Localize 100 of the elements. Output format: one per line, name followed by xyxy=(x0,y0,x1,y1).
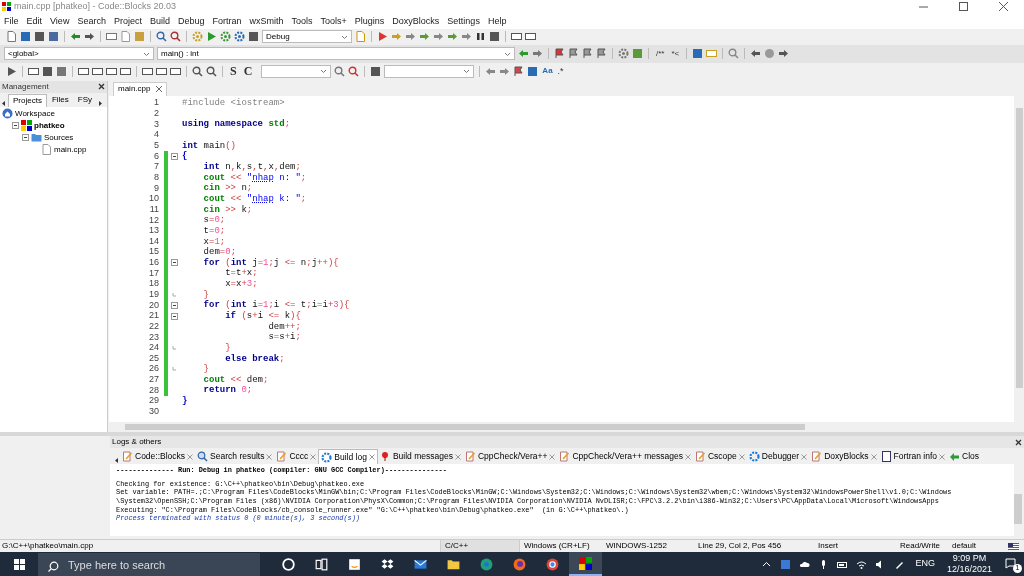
bookmark-icon[interactable] xyxy=(554,48,565,60)
stop-icon[interactable] xyxy=(489,31,500,43)
bookmark-icon[interactable] xyxy=(568,48,579,60)
maximize-icon[interactable] xyxy=(959,2,968,12)
undo-icon[interactable] xyxy=(70,31,81,43)
menu-item[interactable]: File xyxy=(0,14,23,29)
gear-icon[interactable] xyxy=(234,31,245,43)
frame-icon[interactable] xyxy=(28,65,39,77)
log-tab[interactable]: CppCheck/Vera++ xyxy=(462,449,558,465)
forward-icon[interactable] xyxy=(532,48,543,60)
frame-icon[interactable] xyxy=(170,65,181,77)
window-icon[interactable] xyxy=(525,31,536,43)
close-icon[interactable] xyxy=(999,2,1008,12)
folder-icon[interactable] xyxy=(447,557,460,571)
bookmark-icon[interactable] xyxy=(582,48,593,60)
vertical-scrollbar[interactable] xyxy=(1014,464,1024,536)
clock-date[interactable]: 12/16/2021 xyxy=(946,564,992,575)
forward-icon[interactable] xyxy=(499,65,511,77)
menu-item[interactable]: Edit xyxy=(22,14,47,29)
frame-icon[interactable] xyxy=(120,65,131,77)
step-icon[interactable] xyxy=(447,31,458,43)
clock-time[interactable]: 9:09 PM xyxy=(952,553,987,564)
toolbar-text-button[interactable]: *< xyxy=(669,47,682,60)
menu-item[interactable]: Settings xyxy=(443,14,484,29)
close-icon[interactable] xyxy=(98,83,105,91)
run-icon[interactable] xyxy=(206,31,217,43)
jump-forward-icon[interactable] xyxy=(778,48,790,60)
menu-item[interactable]: Tools+ xyxy=(316,14,351,29)
combo-field[interactable] xyxy=(384,64,475,78)
search-icon[interactable] xyxy=(156,31,167,43)
close-icon[interactable] xyxy=(1015,438,1022,446)
menu-item[interactable]: Fortran xyxy=(208,14,246,29)
fold-icon[interactable] xyxy=(170,301,178,309)
app-logo-icon[interactable] xyxy=(579,556,592,570)
collapse-icon[interactable] xyxy=(12,122,19,130)
scope-dropdown[interactable]: <global> xyxy=(4,47,154,61)
step-icon[interactable] xyxy=(419,31,430,43)
back-icon[interactable] xyxy=(518,48,529,60)
editor-tab[interactable]: main.cpp xyxy=(113,81,168,96)
frame-icon[interactable] xyxy=(92,65,103,77)
menu-item[interactable]: View xyxy=(46,14,74,29)
wifi-icon[interactable] xyxy=(856,558,868,570)
new-file-icon[interactable] xyxy=(6,31,17,43)
window-icon[interactable] xyxy=(511,31,522,43)
toolbar-text-button[interactable]: C xyxy=(241,62,255,81)
log-tab[interactable]: Build log xyxy=(318,449,378,465)
scroll-right-icon[interactable] xyxy=(97,99,105,107)
log-tab[interactable]: Cscope xyxy=(693,449,747,465)
frame-icon[interactable] xyxy=(78,65,89,77)
zoom-out-icon[interactable] xyxy=(206,65,217,77)
menu-item[interactable]: DoxyBlocks xyxy=(388,14,444,29)
toolbar-text-button[interactable]: S xyxy=(228,62,239,81)
log-tab[interactable]: Clos xyxy=(947,449,982,465)
notification-icon[interactable] xyxy=(1005,558,1017,570)
panel-icon[interactable] xyxy=(56,65,67,77)
search-field[interactable]: Type here to search xyxy=(38,553,260,576)
tree-item[interactable]: phatkeo xyxy=(34,119,65,132)
menu-item[interactable]: wxSmith xyxy=(245,14,288,29)
menu-item[interactable]: Help xyxy=(483,14,511,29)
step-icon[interactable] xyxy=(433,31,444,43)
log-tab[interactable]: Code::Blocks xyxy=(120,449,196,465)
gear-icon[interactable] xyxy=(220,31,231,43)
browser-icon[interactable] xyxy=(546,557,559,571)
frame-icon[interactable] xyxy=(142,65,153,77)
document-icon[interactable] xyxy=(355,31,366,43)
task-view-icon[interactable] xyxy=(315,557,328,571)
frame-icon[interactable] xyxy=(106,65,117,77)
toolbar-text-button[interactable]: Aa xyxy=(541,65,554,78)
dropbox-icon[interactable] xyxy=(381,557,394,571)
shopping-bag-icon[interactable] xyxy=(348,557,361,571)
search-icon[interactable] xyxy=(334,65,346,77)
scroll-left-icon[interactable] xyxy=(113,457,120,465)
bookmark-icon[interactable] xyxy=(596,48,607,60)
tree-item[interactable]: main.cpp xyxy=(54,143,87,156)
language-indicator[interactable]: ENG xyxy=(909,557,941,571)
fold-icon[interactable] xyxy=(170,312,178,320)
tree-item[interactable]: Sources xyxy=(44,131,74,144)
panel-icon[interactable] xyxy=(42,65,53,77)
fold-icon[interactable] xyxy=(170,152,178,160)
frame-icon[interactable] xyxy=(156,65,167,77)
collapse-icon[interactable] xyxy=(22,134,29,142)
build-target-dropdown[interactable]: Debug xyxy=(262,30,352,44)
fold-icon[interactable] xyxy=(170,259,178,267)
log-tab[interactable]: DoxyBlocks xyxy=(809,449,879,465)
redo-icon[interactable] xyxy=(84,31,95,43)
menu-item[interactable]: Tools xyxy=(287,14,317,29)
menu-item[interactable]: Search xyxy=(73,14,110,29)
cortana-icon[interactable] xyxy=(282,557,295,571)
debug-run-icon[interactable] xyxy=(377,31,388,43)
tree-item[interactable]: Workspace xyxy=(15,107,55,120)
function-dropdown[interactable]: main() : int xyxy=(157,47,515,61)
menu-item[interactable]: Debug xyxy=(173,14,209,29)
jump-back-icon[interactable] xyxy=(750,48,762,60)
log-tab[interactable]: Fortran info xyxy=(878,449,948,465)
log-tab[interactable]: CppCheck/Vera++ messages xyxy=(557,449,693,465)
back-icon[interactable] xyxy=(485,65,497,77)
pause-icon[interactable] xyxy=(475,31,486,43)
dot-icon[interactable] xyxy=(764,48,776,60)
log-tab[interactable]: Cccc xyxy=(274,449,319,465)
step-icon[interactable] xyxy=(405,31,416,43)
